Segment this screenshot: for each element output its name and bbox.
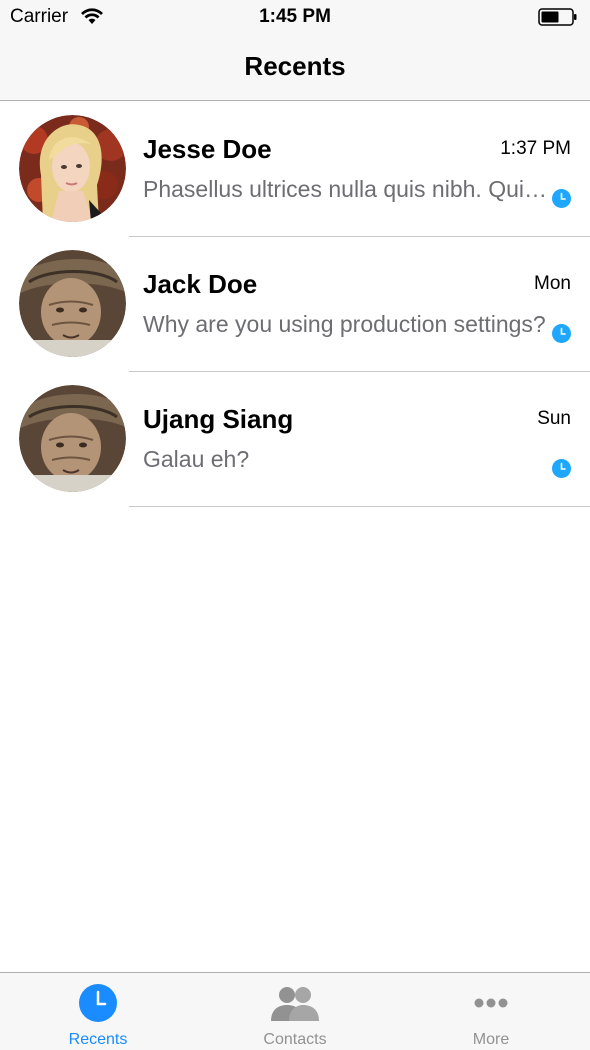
message-preview: Phasellus ultrices nulla quis nibh. Quis…: [143, 176, 548, 202]
clock-icon: [552, 459, 571, 478]
elderly-man-avatar: [19, 385, 126, 492]
status-time: 1:45 PM: [259, 6, 331, 27]
row-divider: [129, 506, 590, 507]
avatar: [19, 385, 126, 492]
message-preview: Galau eh?: [143, 446, 250, 472]
avatar: [19, 115, 126, 222]
page-title: Recents: [244, 51, 346, 81]
recents-screen: Carrier 1:45 PM Recents Jesse Doe 1:37 P…: [0, 0, 590, 1050]
navigation-bar: Recents: [0, 34, 590, 101]
tab-label: More: [472, 1031, 510, 1048]
blonde-woman-avatar: [19, 115, 126, 222]
contact-name: Jack Doe: [143, 269, 258, 299]
contact-name: Ujang Siang: [143, 404, 294, 434]
message-time: Sun: [537, 408, 571, 429]
contact-name: Jesse Doe: [143, 134, 272, 164]
message-time: Mon: [534, 273, 571, 294]
list-item[interactable]: Jack Doe Mon Why are you using productio…: [0, 237, 590, 372]
more-icon: [474, 998, 508, 1008]
status-bar: Carrier 1:45 PM: [0, 0, 590, 34]
tab-label: Recents: [68, 1031, 128, 1048]
contacts-icon: [271, 987, 319, 1021]
tab-bar: Recents Contacts More: [0, 972, 590, 1050]
message-time: 1:37 PM: [500, 138, 571, 159]
clock-icon: [79, 984, 117, 1022]
tab-contacts[interactable]: Contacts: [197, 973, 393, 1050]
list-item[interactable]: Jesse Doe 1:37 PM Phasellus ultrices nul…: [0, 102, 590, 237]
clock-icon: [552, 324, 571, 343]
tab-label: Contacts: [263, 1031, 327, 1048]
elderly-man-avatar: [19, 250, 126, 357]
tab-more[interactable]: More: [393, 973, 589, 1050]
message-preview: Why are you using production settings?: [143, 311, 546, 337]
recents-list: Jesse Doe 1:37 PM Phasellus ultrices nul…: [0, 102, 590, 507]
clock-icon: [552, 189, 571, 208]
battery-icon: [538, 8, 577, 26]
tab-recents[interactable]: Recents: [0, 973, 196, 1050]
list-item[interactable]: Ujang Siang Sun Galau eh?: [0, 372, 590, 507]
avatar: [19, 250, 126, 357]
